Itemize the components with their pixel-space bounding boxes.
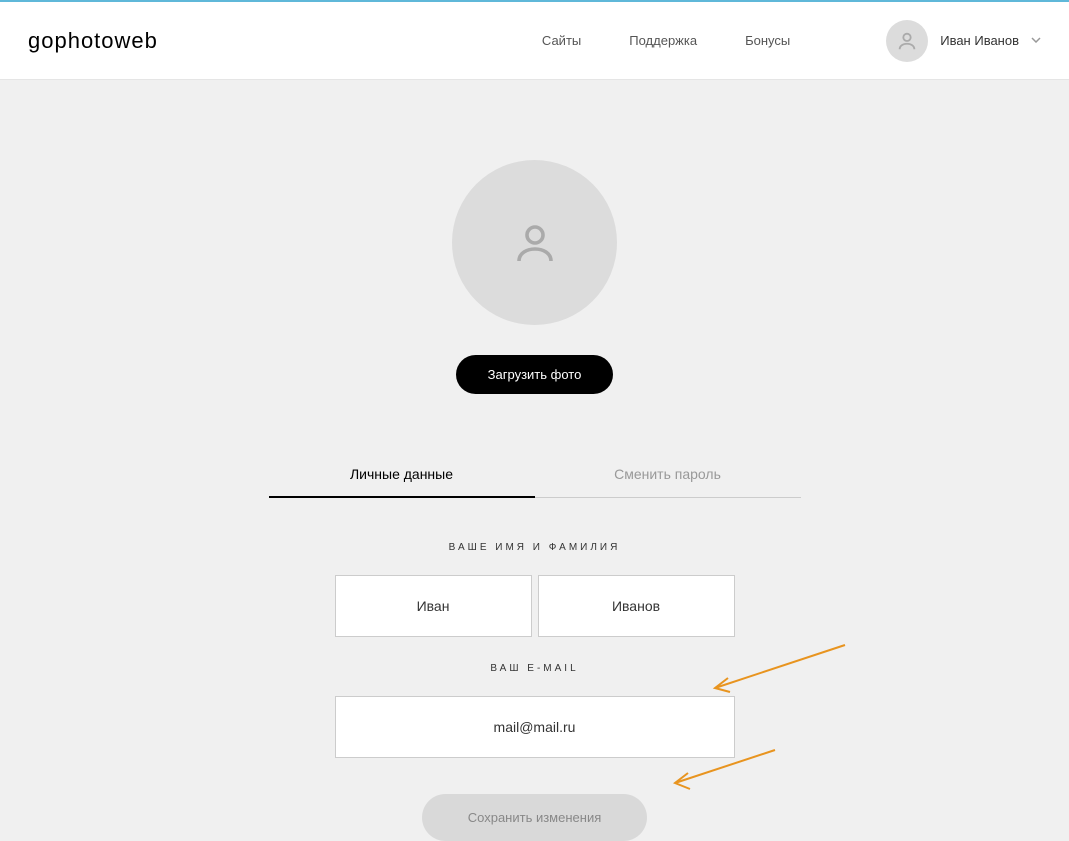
save-button[interactable]: Сохранить изменения: [422, 794, 648, 841]
main-content: Загрузить фото Личные данные Сменить пар…: [0, 80, 1069, 841]
user-avatar-small: [886, 20, 928, 62]
nav: Сайты Поддержка Бонусы Иван Иванов: [542, 20, 1041, 62]
name-label: ВАШЕ ИМЯ И ФАМИЛИЯ: [335, 542, 735, 553]
nav-support[interactable]: Поддержка: [629, 33, 697, 48]
user-name: Иван Иванов: [940, 33, 1019, 48]
upload-photo-button[interactable]: Загрузить фото: [456, 355, 614, 394]
user-menu[interactable]: Иван Иванов: [886, 20, 1041, 62]
user-icon: [896, 30, 918, 52]
tabs: Личные данные Сменить пароль: [269, 452, 801, 498]
form-personal: ВАШЕ ИМЯ И ФАМИЛИЯ ВАШ E-MAIL Сохранить …: [335, 542, 735, 841]
tab-change-password[interactable]: Сменить пароль: [535, 452, 801, 498]
tab-personal-data[interactable]: Личные данные: [269, 452, 535, 498]
user-icon: [511, 219, 559, 267]
nav-sites[interactable]: Сайты: [542, 33, 581, 48]
email-field[interactable]: [335, 696, 735, 758]
name-row: [335, 575, 735, 637]
last-name-field[interactable]: [538, 575, 735, 637]
first-name-field[interactable]: [335, 575, 532, 637]
nav-bonuses[interactable]: Бонусы: [745, 33, 790, 48]
logo[interactable]: gophotoweb: [28, 28, 158, 54]
email-label: ВАШ E-MAIL: [335, 663, 735, 674]
profile-avatar: [452, 160, 617, 325]
header: gophotoweb Сайты Поддержка Бонусы Иван И…: [0, 0, 1069, 80]
chevron-down-icon: [1031, 35, 1041, 46]
